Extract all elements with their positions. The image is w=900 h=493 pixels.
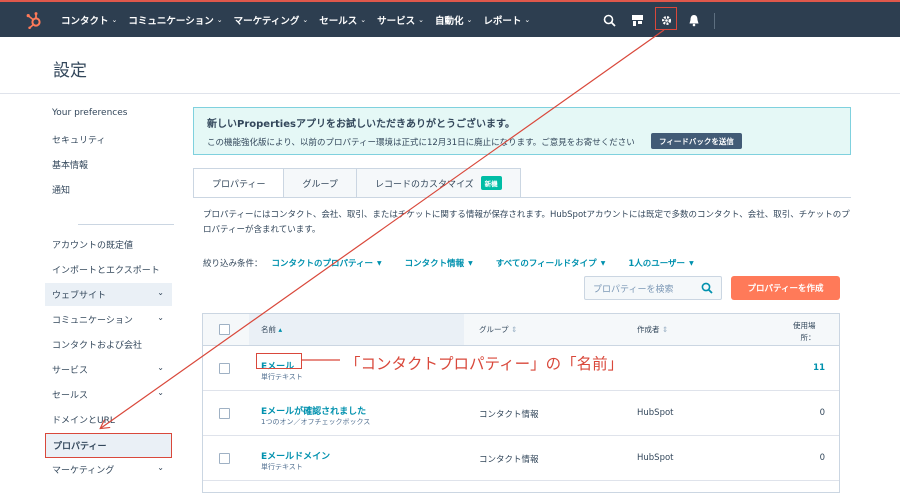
property-creator: HubSpot <box>637 408 674 418</box>
tabs-divider <box>193 197 851 198</box>
select-all-checkbox[interactable] <box>219 324 230 335</box>
table-row[interactable]: Eメールドメイン 単行テキスト コンタクト情報 HubSpot 0 <box>203 436 839 481</box>
nav-service[interactable]: サービス ⌄ <box>377 13 424 27</box>
property-usage-link[interactable]: 11 <box>813 363 825 373</box>
property-search-input[interactable]: プロパティーを検索 <box>584 276 722 300</box>
header-name[interactable]: 名前 ▴ <box>261 324 282 335</box>
sidebar-item-communications[interactable]: コミュニケーション ⌄ <box>45 308 172 331</box>
property-name-link[interactable]: Eメールが確認されました <box>261 404 366 417</box>
nav-communications[interactable]: コミュニケーション ⌄ <box>128 13 222 27</box>
property-type: 1つのオン／オフチェックボックス <box>261 418 371 426</box>
settings-highlight-box <box>655 7 677 30</box>
row-checkbox[interactable] <box>219 453 230 464</box>
filter-user[interactable]: 1人のユーザー ▼ <box>628 257 693 269</box>
property-usage: 0 <box>819 408 825 418</box>
chevron-down-icon: ⌄ <box>524 15 531 24</box>
row-checkbox[interactable] <box>219 363 230 374</box>
top-navigation-bar: コンタクト ⌄ コミュニケーション ⌄ マーケティング ⌄ セールス ⌄ サービス ⌄ 自… <box>0 0 900 37</box>
banner-title: 新しいPropertiesアプリをお試しいただきありがとうございます。 <box>207 119 515 130</box>
row-checkbox[interactable] <box>219 408 230 419</box>
chevron-down-icon: ⌄ <box>111 15 118 24</box>
chevron-down-icon: ⌄ <box>360 15 367 24</box>
chevron-down-icon: ⌄ <box>157 388 164 397</box>
chevron-down-icon: ⌄ <box>418 15 424 24</box>
topbar-divider <box>714 13 715 29</box>
marketplace-icon[interactable] <box>628 11 646 29</box>
new-badge: 新機 <box>480 176 502 190</box>
sidebar-item-marketing[interactable]: マーケティング ⌄ <box>45 458 172 481</box>
page-title: 設定 <box>53 61 87 81</box>
property-name-link[interactable]: Eメールドメイン <box>261 449 330 462</box>
property-creator: HubSpot <box>637 453 674 463</box>
search-icon[interactable] <box>600 11 618 29</box>
sidebar-item-sales[interactable]: セールス ⌄ <box>45 383 172 406</box>
chevron-down-icon: ⌄ <box>216 15 223 24</box>
tab-groups[interactable]: グループ <box>284 168 357 198</box>
tab-properties[interactable]: プロパティー <box>193 168 285 198</box>
filter-field-type[interactable]: すべてのフィールドタイプ ▼ <box>496 257 606 269</box>
properties-table: 名前 ▴ グループ ⇕ 作成者 ⇕ 使用場 所： Eメール 単行テキスト 11 E… <box>202 313 840 493</box>
property-group: コンタクト情報 <box>479 410 539 420</box>
property-type: 単行テキスト <box>261 463 303 471</box>
filter-label: 絞り込み条件： <box>203 259 263 269</box>
header-group[interactable]: グループ ⇕ <box>479 324 517 335</box>
properties-description: プロパティーにはコンタクト、会社、取引、またはチケットに関する情報が保存されます… <box>203 210 850 235</box>
sidebar-item-domains-urls[interactable]: ドメインとURL <box>45 408 172 431</box>
sidebar-item-basic-info[interactable]: 基本情報 <box>45 153 172 176</box>
sidebar-item-notifications[interactable]: 通知 <box>45 178 172 201</box>
notifications-bell-icon[interactable] <box>685 11 703 29</box>
caret-down-icon: ▼ <box>468 259 473 267</box>
nav-marketing[interactable]: マーケティング ⌄ <box>234 13 309 27</box>
sidebar-item-contacts-companies[interactable]: コンタクトおよび会社 <box>45 333 172 356</box>
sidebar-item-import-export[interactable]: インポートとエクスポート <box>45 258 172 281</box>
search-placeholder: プロパティーを検索 <box>593 284 674 295</box>
caret-down-icon: ▼ <box>377 259 382 267</box>
table-row[interactable]: Eメールが確認されました 1つのオン／オフチェックボックス コンタクト情報 Hu… <box>203 391 839 436</box>
search-icon[interactable] <box>701 282 713 294</box>
property-group: コンタクト情報 <box>479 455 539 465</box>
chevron-down-icon: ⌄ <box>466 15 473 24</box>
main-nav: コンタクト ⌄ コミュニケーション ⌄ マーケティング ⌄ セールス ⌄ サービス ⌄ 自… <box>61 2 541 37</box>
sort-icon: ⇕ <box>510 325 518 334</box>
chevron-down-icon: ⌄ <box>157 363 164 372</box>
sidebar-divider <box>78 224 174 225</box>
sort-icon: ⇕ <box>661 325 669 334</box>
chevron-down-icon: ⌄ <box>157 463 164 472</box>
hubspot-logo-icon[interactable] <box>25 11 43 29</box>
page-header <box>0 37 900 94</box>
filter-group[interactable]: コンタクト情報 ▼ <box>405 257 473 269</box>
chevron-down-icon: ⌄ <box>302 15 309 24</box>
table-header: 名前 ▴ グループ ⇕ 作成者 ⇕ 使用場 所： <box>203 314 839 346</box>
sidebar-item-account-defaults[interactable]: アカウントの既定値 <box>45 233 172 256</box>
property-name-highlight-box <box>256 353 302 369</box>
sort-ascending-icon: ▴ <box>278 325 283 334</box>
nav-automation[interactable]: 自動化 ⌄ <box>435 13 472 27</box>
sidebar-item-security[interactable]: セキュリティ <box>45 128 172 151</box>
property-type: 単行テキスト <box>261 373 303 381</box>
sidebar-item-properties[interactable]: プロパティー <box>45 433 172 458</box>
sidebar-item-website[interactable]: ウェブサイト ⌄ <box>45 283 172 306</box>
info-banner: 新しいPropertiesアプリをお試しいただきありがとうございます。 この機能… <box>193 107 851 155</box>
banner-text: この機能強化版により、以前のプロパティー環境は正式に12月31日に廃止になります… <box>207 138 635 148</box>
tabs: プロパティー グループ レコードのカスタマイズ 新機 <box>193 168 521 198</box>
sidebar-item-your-preferences[interactable]: Your preferences <box>45 101 172 124</box>
chevron-down-icon: ⌄ <box>157 288 164 297</box>
annotation-label: 「コンタクトプロパティー」の「名前」 <box>345 355 624 373</box>
caret-down-icon: ▼ <box>689 259 694 267</box>
header-usage[interactable]: 使用場 所： <box>793 320 816 344</box>
nav-contacts[interactable]: コンタクト ⌄ <box>61 13 117 27</box>
feedback-button[interactable]: フィードバックを送信 <box>651 133 742 149</box>
chevron-down-icon: ⌄ <box>157 313 164 322</box>
sidebar-item-service[interactable]: サービス ⌄ <box>45 358 172 381</box>
tab-record-customization[interactable]: レコードのカスタマイズ 新機 <box>356 168 521 198</box>
nav-sales[interactable]: セールス ⌄ <box>319 13 366 27</box>
filter-object-type[interactable]: コンタクトのプロパティー ▼ <box>272 257 382 269</box>
nav-reports[interactable]: レポート ⌄ <box>483 13 530 27</box>
header-creator[interactable]: 作成者 ⇕ <box>637 324 668 335</box>
filter-bar: 絞り込み条件： コンタクトのプロパティー ▼ コンタクト情報 ▼ すべてのフィールド… <box>203 256 717 270</box>
create-property-button[interactable]: プロパティーを作成 <box>731 276 840 300</box>
caret-down-icon: ▼ <box>600 259 606 267</box>
property-usage: 0 <box>819 453 825 463</box>
